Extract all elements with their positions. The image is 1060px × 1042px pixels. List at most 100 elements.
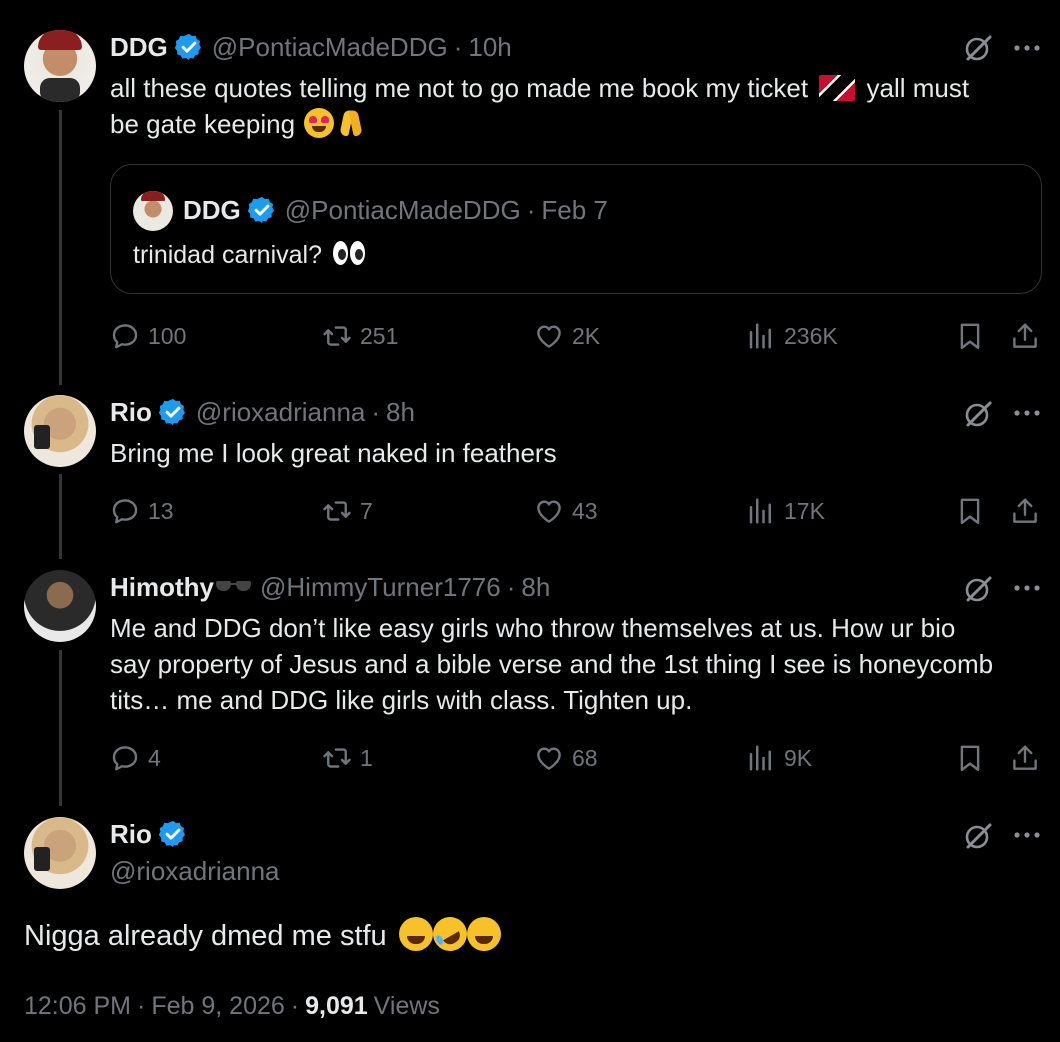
reply-count: 13 <box>148 497 174 524</box>
share-icon <box>1010 743 1040 773</box>
share-button[interactable] <box>1010 318 1048 354</box>
display-name[interactable]: Himothy <box>110 572 214 603</box>
views-label: Views <box>373 991 440 1020</box>
verified-badge-icon <box>158 397 188 427</box>
handle[interactable]: @rioxadrianna <box>110 856 279 887</box>
handle[interactable]: @rioxadrianna <box>196 397 365 428</box>
tweet-text-line: tits… me and DDG like girls with class. … <box>110 685 693 715</box>
bookmark-button[interactable] <box>955 318 993 354</box>
views-icon <box>746 743 776 773</box>
tweet-header: Himothy @HimmyTurner1776 · 8h <box>110 570 550 604</box>
reply-icon <box>110 321 140 351</box>
repost-icon <box>322 321 352 351</box>
reply-button[interactable]: 4 <box>110 740 161 776</box>
timestamp[interactable]: 8h <box>521 572 550 603</box>
more-icon[interactable] <box>1012 43 1042 53</box>
timestamp[interactable]: 10h <box>468 32 511 63</box>
tweet-text-line: yall must <box>866 73 970 103</box>
tweet-header: Rio @rioxadrianna · 8h <box>110 395 415 429</box>
views-icon <box>746 321 776 351</box>
share-button[interactable] <box>1010 493 1048 529</box>
separator: · <box>137 991 146 1020</box>
share-button[interactable] <box>1010 740 1048 776</box>
tweet-text: Bring me I look great naked in feathers <box>110 438 557 468</box>
avatar[interactable] <box>24 570 96 642</box>
more-icon[interactable] <box>1012 583 1042 593</box>
bookmark-button[interactable] <box>955 740 993 776</box>
main-tweet-text: Nigga already dmed me stfu <box>24 910 501 958</box>
tweet-header: Rio <box>110 817 188 851</box>
repost-icon <box>322 496 352 526</box>
separator: · <box>506 571 516 602</box>
views-button[interactable]: 236K <box>746 318 838 354</box>
grok-icon[interactable] <box>962 573 994 605</box>
avatar[interactable] <box>24 395 96 467</box>
grinning-squinting-emoji-icon <box>466 917 501 951</box>
avatar <box>133 191 173 231</box>
avatar[interactable] <box>24 30 96 102</box>
grok-icon[interactable] <box>962 32 994 64</box>
like-count: 43 <box>572 497 598 524</box>
bookmark-button[interactable] <box>955 493 993 529</box>
heart-eyes-emoji-icon <box>304 108 335 138</box>
tweet-text-line: Me and DDG don’t like easy girls who thr… <box>110 613 956 643</box>
timestamp[interactable]: 8h <box>386 397 415 428</box>
share-icon <box>1010 321 1040 351</box>
like-icon <box>534 496 564 526</box>
grok-icon[interactable] <box>962 398 994 430</box>
views-button[interactable]: 9K <box>746 740 812 776</box>
like-icon <box>534 321 564 351</box>
separator: · <box>290 991 300 1020</box>
grok-icon[interactable] <box>962 820 994 852</box>
tweet-text-line: say property of Jesus and a bible verse … <box>110 649 994 679</box>
reply-button[interactable]: 13 <box>110 493 174 529</box>
more-icon[interactable] <box>1012 408 1042 418</box>
action-bar: 13 7 43 17K <box>110 493 1045 529</box>
reply-count: 4 <box>148 744 161 771</box>
like-button[interactable]: 43 <box>534 493 598 529</box>
sunglasses-emoji-icon <box>216 581 252 593</box>
repost-count: 251 <box>360 322 399 349</box>
like-icon <box>534 743 564 773</box>
tweet-text-line: all these quotes telling me not to go ma… <box>110 73 809 103</box>
reply-button[interactable]: 100 <box>110 318 186 354</box>
separator: · <box>453 31 463 62</box>
repost-button[interactable]: 7 <box>322 493 373 529</box>
share-icon <box>1010 496 1040 526</box>
like-button[interactable]: 68 <box>534 740 598 776</box>
more-icon[interactable] <box>1012 830 1042 840</box>
verified-badge-icon <box>247 195 277 225</box>
reply-icon <box>110 496 140 526</box>
handle[interactable]: @HimmyTurner1776 <box>260 572 501 603</box>
thread-line <box>59 474 62 559</box>
thread-line <box>59 650 62 806</box>
tweet-text-line: be gate keeping <box>110 109 296 139</box>
quoted-tweet[interactable]: DDG @PontiacMadeDDG · Feb 7 trinidad car… <box>110 164 1042 294</box>
bookmark-icon <box>955 321 985 351</box>
action-bar: 4 1 68 9K <box>110 740 1045 776</box>
post-date[interactable]: Feb 9, 2026 <box>151 992 284 1021</box>
separator: · <box>526 194 536 225</box>
bookmark-icon <box>955 743 985 773</box>
views-icon <box>746 496 776 526</box>
quote-header: DDG @PontiacMadeDDG · Feb 7 <box>183 193 608 227</box>
repost-button[interactable]: 1 <box>322 740 373 776</box>
repost-icon <box>322 743 352 773</box>
avatar[interactable] <box>24 817 96 889</box>
post-time[interactable]: 12:06 PM <box>24 992 131 1021</box>
repost-button[interactable]: 251 <box>322 318 398 354</box>
action-bar: 100 251 2K 236K <box>110 318 1045 354</box>
like-count: 68 <box>572 744 598 771</box>
repost-count: 7 <box>360 497 373 524</box>
grinning-squinting-emoji-icon <box>398 917 433 951</box>
reply-icon <box>110 743 140 773</box>
tweet-text: all these quotes telling me not to go ma… <box>110 70 969 106</box>
handle[interactable]: @PontiacMadeDDG <box>212 32 448 63</box>
views-button[interactable]: 17K <box>746 493 825 529</box>
like-button[interactable]: 2K <box>534 318 600 354</box>
views-count: 17K <box>784 497 825 524</box>
display-name[interactable]: Rio <box>110 819 152 850</box>
display-name[interactable]: Rio <box>110 397 152 428</box>
display-name[interactable]: DDG <box>110 32 168 63</box>
handle: @PontiacMadeDDG <box>284 194 521 225</box>
